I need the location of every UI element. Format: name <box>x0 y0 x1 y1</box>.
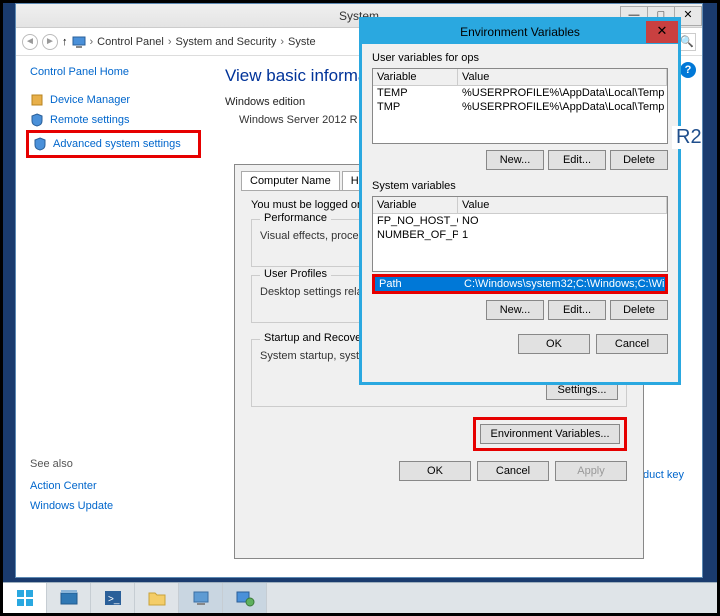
user-edit-button[interactable]: Edit... <box>548 150 606 170</box>
breadcrumb-item[interactable]: Syste <box>288 36 316 48</box>
taskbar-system-properties[interactable] <box>223 583 267 613</box>
sidebar-device-manager[interactable]: Device Manager <box>30 90 197 110</box>
shield-icon <box>33 137 47 151</box>
svg-text:>_: >_ <box>108 594 120 605</box>
environment-variables-button[interactable]: Environment Variables... <box>480 424 620 444</box>
device-manager-icon <box>30 93 44 107</box>
sys-vars-list[interactable]: Variable Value FP_NO_HOST_CH...NO NUMBER… <box>372 196 668 272</box>
system-properties-icon <box>235 588 255 608</box>
sys-new-button[interactable]: New... <box>486 300 544 320</box>
breadcrumb-item[interactable]: Control Panel <box>97 36 164 48</box>
user-new-button[interactable]: New... <box>486 150 544 170</box>
server-manager-icon <box>59 588 79 608</box>
folder-icon <box>147 588 167 608</box>
sys-var-row[interactable]: FP_NO_HOST_CH...NO <box>373 214 667 228</box>
taskbar-control-panel[interactable] <box>179 583 223 613</box>
env-title: Environment Variables <box>460 25 580 39</box>
sys-vars-header: System variables <box>372 180 668 192</box>
user-var-row[interactable]: TEMP%USERPROFILE%\AppData\Local\Temp <box>373 86 667 100</box>
control-panel-icon <box>191 588 211 608</box>
apply-button[interactable]: Apply <box>555 461 627 481</box>
shield-icon <box>30 113 44 127</box>
env-titlebar: Environment Variables ✕ <box>362 20 678 44</box>
r2-badge: R2 <box>672 126 702 149</box>
control-panel-home-link[interactable]: Control Panel Home <box>30 66 197 78</box>
taskbar-powershell[interactable]: >_ <box>91 583 135 613</box>
sys-var-row-selected[interactable]: PathC:\Windows\system32;C:\Windows;C:\Wi… <box>375 277 665 291</box>
computer-icon <box>72 35 86 49</box>
start-button[interactable] <box>3 583 47 613</box>
env-close-button[interactable]: ✕ <box>646 21 678 43</box>
taskbar-server-manager[interactable] <box>47 583 91 613</box>
sys-delete-button[interactable]: Delete <box>610 300 668 320</box>
powershell-icon: >_ <box>103 588 123 608</box>
env-ok-button[interactable]: OK <box>518 334 590 354</box>
sys-edit-button[interactable]: Edit... <box>548 300 606 320</box>
sys-var-row[interactable]: NUMBER_OF_PRO...1 <box>373 228 667 242</box>
user-delete-button[interactable]: Delete <box>610 150 668 170</box>
sidebar: Control Panel Home Device Manager Remote… <box>16 56 211 577</box>
windows-update-link[interactable]: Windows Update <box>30 496 197 516</box>
forward-button[interactable]: ► <box>42 34 58 50</box>
up-button[interactable]: ↑ <box>62 36 68 48</box>
user-vars-list[interactable]: Variable Value TEMP%USERPROFILE%\AppData… <box>372 68 668 144</box>
cancel-button[interactable]: Cancel <box>477 461 549 481</box>
action-center-link[interactable]: Action Center <box>30 476 197 496</box>
taskbar-explorer[interactable] <box>135 583 179 613</box>
user-vars-header: User variables for ops <box>372 52 668 64</box>
breadcrumb-item[interactable]: System and Security <box>176 36 277 48</box>
ok-button[interactable]: OK <box>399 461 471 481</box>
see-also-header: See also <box>30 458 197 470</box>
tab-computer-name[interactable]: Computer Name <box>241 171 340 190</box>
windows-logo-icon <box>16 589 34 607</box>
environment-variables-dialog: Environment Variables ✕ User variables f… <box>359 17 681 385</box>
sidebar-remote-settings[interactable]: Remote settings <box>30 110 197 130</box>
help-icon[interactable]: ? <box>680 62 696 78</box>
back-button[interactable]: ◄ <box>22 34 38 50</box>
env-cancel-button[interactable]: Cancel <box>596 334 668 354</box>
user-var-row[interactable]: TMP%USERPROFILE%\AppData\Local\Temp <box>373 100 667 114</box>
taskbar: >_ <box>3 582 717 613</box>
sidebar-advanced-system-settings[interactable]: Advanced system settings <box>26 130 201 158</box>
